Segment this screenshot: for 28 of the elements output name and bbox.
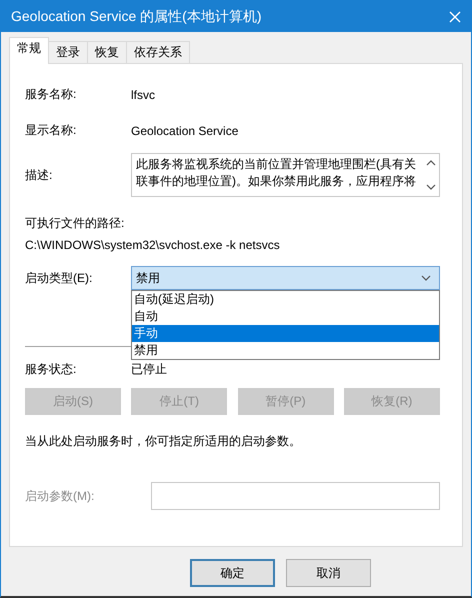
field-label: 服务名称: [25,86,78,103]
field-label: 启动参数(M): [25,488,96,504]
note-text: 当从此处启动服务时，你可指定所适用的启动参数。 [25,433,302,450]
tab[interactable]: 常规 [9,37,49,64]
start-parameters-field[interactable] [151,482,440,510]
executable-path-value: C:\WINDOWS\system32\svchost.exe -k netsvcs [25,238,281,252]
field-label: 启动类型(E): [25,270,94,286]
dropdown-option[interactable]: 自动(延迟启动) [132,291,439,308]
dropdown-option[interactable]: 自动 [132,308,439,325]
dialog-button[interactable]: 取消 [286,559,371,587]
field-label: 显示名称: [25,122,78,139]
startup-type-dropdown[interactable]: 禁用 [131,266,440,290]
chevron-down-icon[interactable] [421,275,431,281]
dropdown-option[interactable]: 手动 [132,325,439,342]
description-box[interactable]: 此服务将监视系统的当前位置并管理地理围栏(具有关联事件的地理位置)。如果你禁用此服务，应用程序将 [131,153,440,197]
scroll-up-icon[interactable] [426,160,436,166]
service-name-value: lfsvc [131,88,156,102]
field-label: 可执行文件的路径: [25,215,126,232]
field-label: 服务状态: [25,361,78,378]
dropdown-option[interactable]: 禁用 [132,342,439,359]
tab[interactable]: 依存关系 [126,41,190,63]
window-title: Geolocation Service 的属性(本地计算机) [11,8,263,26]
service-status-value: 已停止 [131,361,168,378]
close-icon[interactable] [449,10,461,22]
field-label: 描述: [25,166,54,184]
display-name-value: Geolocation Service [131,124,240,138]
scroll-down-icon[interactable] [426,184,436,190]
dialog-button[interactable]: 确定 [190,559,275,587]
